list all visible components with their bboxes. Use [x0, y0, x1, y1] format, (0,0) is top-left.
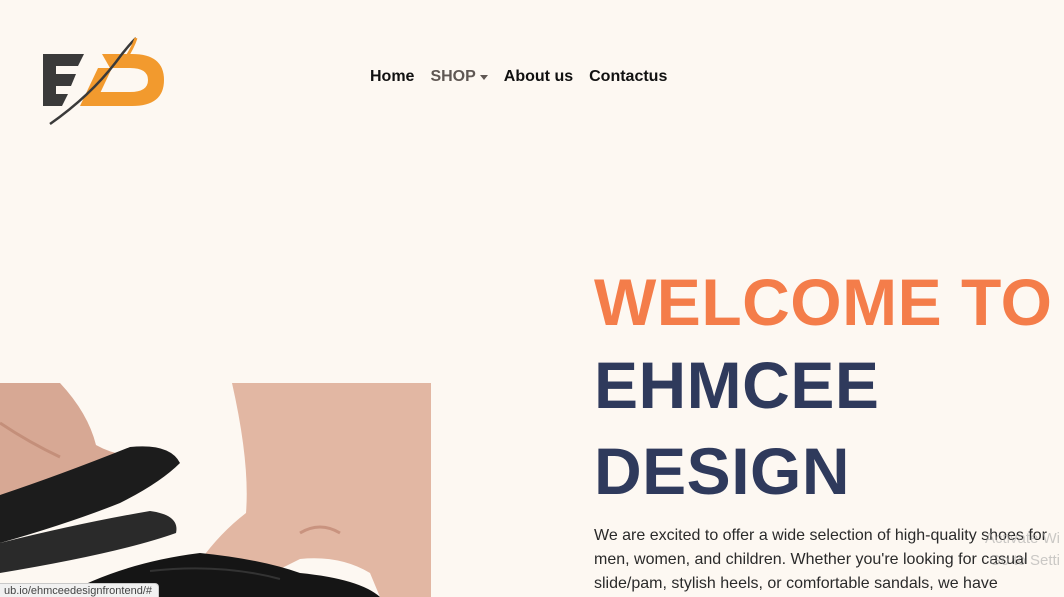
hero-shoe-image — [0, 383, 431, 597]
watermark-line-1: Activate Wi — [984, 530, 1060, 547]
caret-down-icon — [479, 74, 488, 80]
nav-home-link[interactable]: Home — [370, 68, 414, 86]
nav-contact-link[interactable]: Contactus — [589, 68, 667, 86]
nav-about-link[interactable]: About us — [504, 68, 573, 86]
hero-brand-line-2: DESIGN — [594, 434, 851, 508]
main-nav: Home SHOP About us Contactus — [370, 68, 667, 86]
watermark-line-2: Go to Setti — [989, 552, 1060, 569]
nav-shop-dropdown[interactable]: SHOP — [430, 68, 488, 86]
hero-brand-line-1: EHMCEE — [594, 348, 880, 422]
windows-activation-watermark: Activate Wi Go to Setti — [985, 528, 1060, 572]
nav-shop-label: SHOP — [430, 68, 476, 85]
hero-welcome-heading: WELCOME TO — [594, 265, 1053, 339]
status-bar-url: ub.io/ehmceedesignfrontend/# — [0, 583, 159, 597]
hero-brand-heading: EHMCEE DESIGN — [594, 342, 1064, 514]
brand-logo[interactable] — [40, 34, 166, 128]
